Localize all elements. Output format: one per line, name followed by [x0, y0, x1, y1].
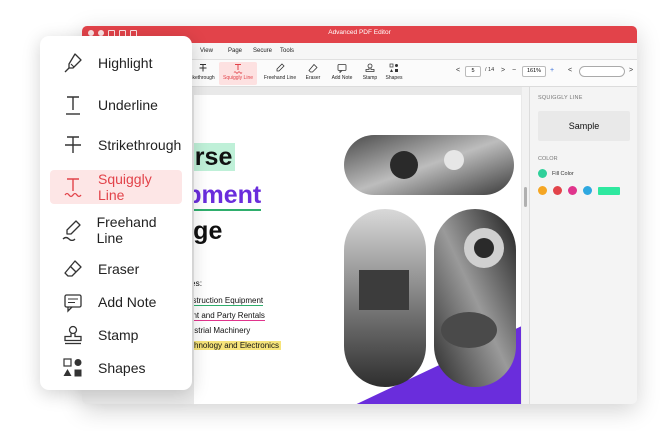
tool-eraser[interactable]: Eraser [303, 62, 323, 85]
menu-item-label: Add Note [98, 294, 157, 310]
eraser-icon [308, 62, 318, 74]
menu-item-label: Strikethrough [98, 137, 182, 153]
tool-label: Freehand Line [263, 75, 297, 81]
search-input[interactable] [579, 66, 625, 77]
color-swatch-blue[interactable] [583, 186, 592, 195]
eraser-icon [60, 257, 86, 281]
tool-label: Add Note [331, 75, 353, 81]
menu-item-highlight[interactable]: Highlight [50, 46, 182, 80]
menu-item-shapes[interactable]: Shapes [50, 351, 182, 385]
menu-item-label: Squiggly Line [97, 171, 152, 203]
tool-strikethrough[interactable]: ikethrough [190, 62, 216, 85]
strikethrough-icon [60, 133, 86, 157]
prev-page-button[interactable]: < [456, 67, 460, 74]
fill-color-swatch[interactable] [538, 169, 547, 178]
menu-item-eraser[interactable]: Eraser [50, 252, 182, 286]
industrial-photo-collage [344, 135, 521, 404]
properties-panel: SQUIGGLY LINE Sample COLOR Fill Color [529, 87, 637, 404]
tool-add-note[interactable]: Add Note [328, 62, 356, 85]
page-number-input[interactable]: 5 [465, 66, 481, 77]
stamp-icon [60, 323, 86, 347]
zoom-input[interactable]: 161% [522, 66, 546, 77]
vertical-scrollbar[interactable] [522, 87, 529, 404]
zoom-out-button[interactable]: − [512, 67, 516, 74]
categories-heading: ries: [194, 278, 203, 288]
menu-item-label: Underline [98, 97, 158, 113]
category-item: chnology and Electronics [194, 341, 281, 350]
color-swatch-orange[interactable] [538, 186, 547, 195]
menu-item-squiggly-line[interactable]: Squiggly Line [50, 170, 182, 204]
annotation-tools-menu: Highlight Underline Strikethrough Squigg… [40, 36, 192, 390]
tool-label: Squiggly Line [222, 75, 254, 81]
menu-item-label: Stamp [98, 327, 139, 343]
pdf-page[interactable]: verse uipment ange ries: nstruction Equi… [194, 95, 521, 404]
doc-title-line-2: uipment [194, 181, 262, 211]
search-next-button[interactable]: > [629, 67, 633, 74]
stage: Advanced PDF Editor View Page Secure Too… [0, 0, 664, 431]
menu-item-stamp[interactable]: Stamp [50, 318, 182, 352]
shapes-icon [389, 62, 399, 74]
tool-label: Eraser [305, 75, 321, 81]
menu-item-label: Eraser [98, 261, 140, 277]
tool-label: Shapes [385, 75, 403, 81]
tool-freehand-line[interactable]: Freehand Line [261, 62, 299, 85]
category-item: lustrial Machinery [194, 326, 251, 335]
squiggly-line-icon [233, 62, 243, 74]
menu-item-label: Freehand Line [96, 214, 157, 246]
zoom-in-button[interactable]: + [550, 67, 554, 74]
menu-item-underline[interactable]: Underline [50, 88, 182, 122]
color-swatches [538, 186, 620, 195]
fill-color-label: Fill Color [552, 170, 574, 177]
strikethrough-icon [198, 62, 208, 74]
selected-color-bar[interactable] [598, 186, 620, 195]
highlight-icon [60, 51, 86, 75]
shapes-icon [60, 356, 86, 380]
stamp-icon [365, 62, 375, 74]
menu-tools[interactable]: Tools [280, 48, 294, 54]
category-item: nstruction Equipment [194, 296, 264, 306]
menu-view[interactable]: View [200, 48, 213, 54]
underline-icon [60, 93, 86, 117]
doc-title-line-1: verse [194, 143, 236, 172]
doc-title-line-3: ange [194, 217, 223, 245]
page-total: / 14 [485, 67, 495, 73]
freehand-line-icon [60, 218, 85, 242]
tool-stamp[interactable]: Stamp [359, 62, 381, 85]
menu-page[interactable]: Page [228, 48, 242, 54]
tool-label: Stamp [362, 75, 378, 81]
menu-item-freehand-line[interactable]: Freehand Line [50, 213, 182, 247]
menu-secure[interactable]: Secure [253, 48, 272, 54]
fill-color-row[interactable]: Fill Color [538, 169, 574, 178]
menu-item-label: Shapes [98, 360, 146, 376]
menu-item-strikethrough[interactable]: Strikethrough [50, 128, 182, 162]
menu-item-add-note[interactable]: Add Note [50, 285, 182, 319]
tool-label: ikethrough [191, 75, 215, 81]
color-swatch-red[interactable] [553, 186, 562, 195]
freehand-line-icon [275, 62, 285, 74]
search-prev-button[interactable]: < [568, 67, 572, 74]
category-item: ent and Party Rentals [194, 311, 265, 321]
window-title: Advanced PDF Editor [328, 29, 391, 36]
menu-item-label: Highlight [98, 55, 153, 71]
color-section-title: COLOR [538, 156, 558, 162]
color-swatch-pink[interactable] [568, 186, 577, 195]
tool-shapes[interactable]: Shapes [383, 62, 405, 85]
squiggly-line-icon [60, 175, 86, 199]
next-page-button[interactable]: > [501, 67, 505, 74]
scrollbar-thumb[interactable] [524, 187, 527, 207]
tool-squiggly-line[interactable]: Squiggly Line [219, 62, 257, 85]
add-note-icon [60, 290, 86, 314]
add-note-icon [337, 62, 347, 74]
line-sample-preview: Sample [538, 111, 630, 141]
panel-section-title: SQUIGGLY LINE [538, 95, 583, 101]
